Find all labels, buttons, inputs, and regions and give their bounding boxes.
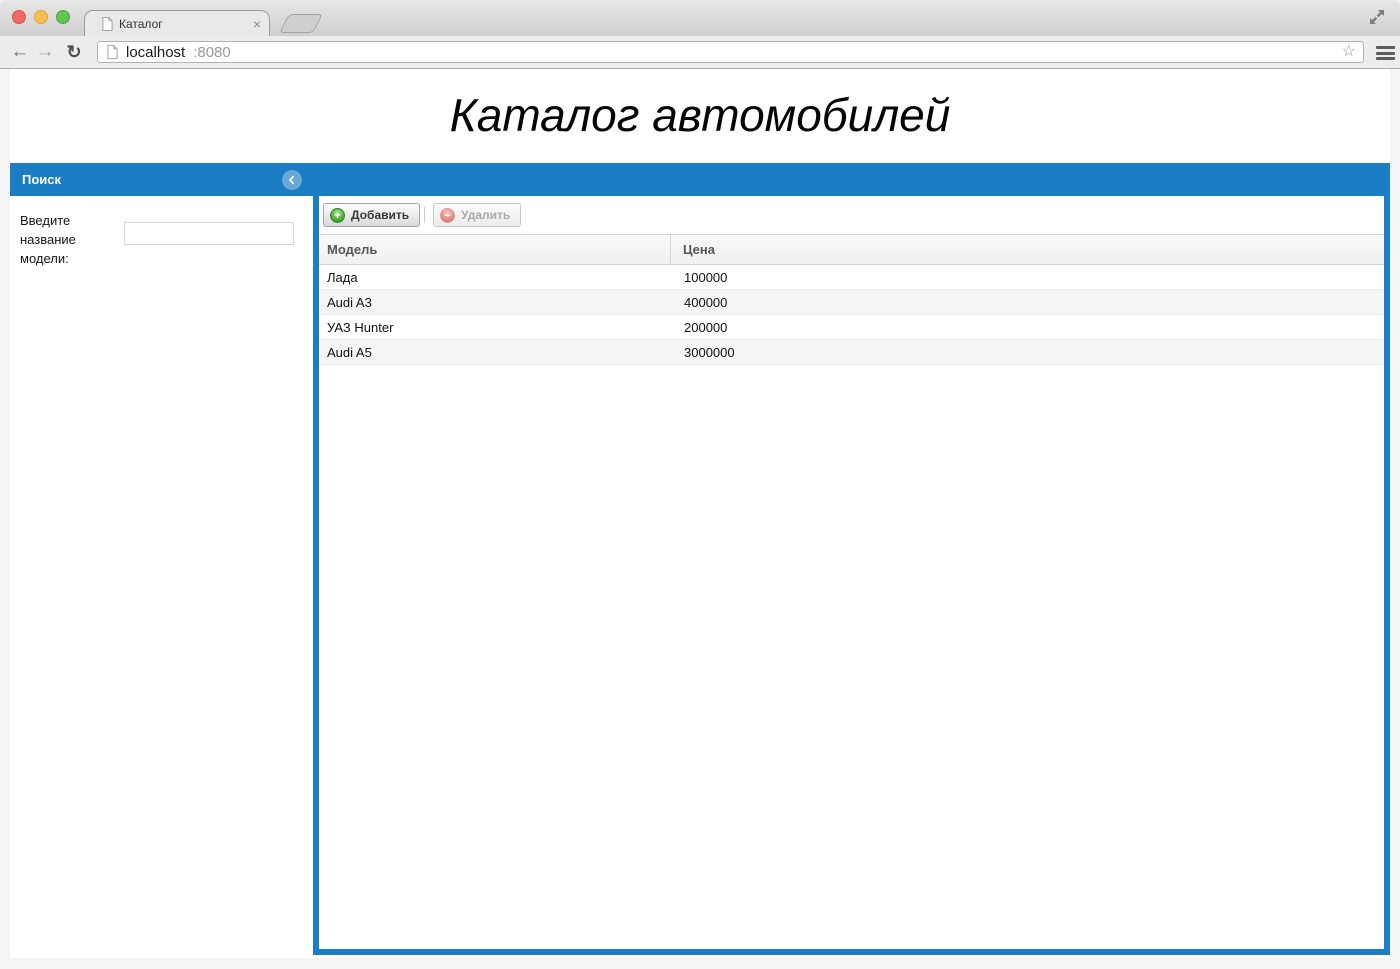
table-row[interactable]: УАЗ Hunter 200000 <box>319 315 1384 340</box>
fullscreen-icon[interactable] <box>1366 7 1388 27</box>
table-row[interactable]: Audi A5 3000000 <box>319 340 1384 365</box>
new-tab-button[interactable] <box>279 14 323 33</box>
zoom-window-button[interactable] <box>56 10 70 24</box>
panel-header-bar: Поиск <box>10 163 1390 196</box>
add-button[interactable]: + Добавить <box>323 203 420 227</box>
browser-tab[interactable]: Каталог × <box>84 10 270 37</box>
table-row[interactable]: Лада 100000 <box>319 265 1384 290</box>
url-host: localhost <box>126 44 185 61</box>
grid-body: Лада 100000 Audi A3 400000 УАЗ Hunter 20… <box>319 265 1384 365</box>
cell-price: 100000 <box>672 270 1384 285</box>
delete-button[interactable]: − Удалить <box>433 203 521 227</box>
bookmark-star-icon[interactable]: ☆ <box>1342 44 1356 60</box>
model-name-label: Введите название модели: <box>20 211 124 268</box>
browser-tabstrip: Каталог × <box>0 0 1400 36</box>
browser-toolbar: ← → ↻ localhost :8080 ☆ <box>0 36 1400 69</box>
close-window-button[interactable] <box>12 10 26 24</box>
page-icon <box>107 45 118 59</box>
delete-icon: − <box>440 208 455 223</box>
page-favicon-icon <box>102 17 113 31</box>
collapse-left-icon[interactable] <box>282 170 302 190</box>
delete-button-label: Удалить <box>461 208 510 222</box>
minimize-window-button[interactable] <box>34 10 48 24</box>
toolbar-separator <box>424 207 425 223</box>
menu-icon[interactable] <box>1376 46 1395 60</box>
column-header-price[interactable]: Цена <box>671 235 1384 264</box>
back-icon[interactable]: ← <box>7 38 33 66</box>
page-title: Каталог автомобилей <box>10 88 1390 142</box>
tab-close-icon[interactable]: × <box>253 17 261 31</box>
cell-price: 3000000 <box>672 345 1384 360</box>
cell-model: УАЗ Hunter <box>319 320 672 335</box>
cell-model: Лада <box>319 270 672 285</box>
table-row[interactable]: Audi A3 400000 <box>319 290 1384 315</box>
address-bar[interactable]: localhost :8080 ☆ <box>97 41 1364 63</box>
tab-title: Каталог <box>119 17 253 31</box>
reload-icon[interactable]: ↻ <box>61 38 87 66</box>
column-header-model[interactable]: Модель <box>319 235 671 264</box>
cell-model: Audi A3 <box>319 295 672 310</box>
search-panel-title: Поиск <box>22 163 61 196</box>
app-container: Каталог автомобилей Поиск Введите назван… <box>10 69 1390 958</box>
grid-toolbar: + Добавить − Удалить <box>319 196 1384 234</box>
cell-model: Audi A5 <box>319 345 672 360</box>
cell-price: 200000 <box>672 320 1384 335</box>
browser-window: Каталог × ← → ↻ localhost :8080 ☆ <box>0 0 1400 969</box>
forward-icon[interactable]: → <box>32 38 58 66</box>
cell-price: 400000 <box>672 295 1384 310</box>
add-button-label: Добавить <box>351 208 409 222</box>
url-port: :8080 <box>193 44 231 61</box>
model-name-input[interactable] <box>124 222 294 245</box>
grid-header: Модель Цена <box>319 234 1384 265</box>
catalog-grid-panel: + Добавить − Удалить Модель Цена Лада 10… <box>313 196 1390 955</box>
add-icon: + <box>330 208 345 223</box>
